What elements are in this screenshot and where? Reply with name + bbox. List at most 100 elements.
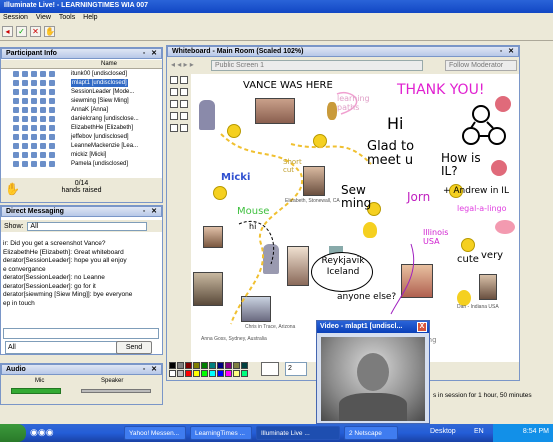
panel-window-controls-icon[interactable]: ▫ ✕	[143, 49, 159, 57]
whiteboard-nav: ◂ ◂ ▸ ▸ Public Screen 1 Follow Moderator	[167, 58, 519, 73]
taskbar-button[interactable]: Illuminate Live ...	[256, 426, 340, 440]
mic-level-meter	[11, 388, 61, 394]
participant-row[interactable]: mickiz [Micki]	[1, 151, 162, 159]
caption-anna: Anna Goss, Sydney, Australia	[201, 336, 267, 342]
handwriting-anyone-else: anyone else?	[337, 292, 397, 302]
participant-row[interactable]: mlapt1 [undisclosed]	[1, 79, 162, 87]
color-swatch[interactable]	[193, 362, 200, 369]
participant-row[interactable]: danielcrang [undisclose...	[1, 115, 162, 123]
status-icons	[13, 116, 65, 122]
color-swatch[interactable]	[185, 370, 192, 377]
taskbar-button[interactable]: Yahoo! Messen...	[124, 426, 186, 440]
color-swatch[interactable]	[201, 370, 208, 377]
status-icons	[13, 107, 65, 113]
status-icons	[13, 125, 65, 131]
page-select[interactable]: 2	[285, 362, 307, 376]
color-swatch[interactable]	[185, 362, 192, 369]
participant-row[interactable]: SessionLeader [Mode...	[1, 88, 162, 96]
raise-hand-icon[interactable]: ✋	[5, 182, 20, 196]
color-swatch[interactable]	[225, 362, 232, 369]
mic-label: Mic	[35, 378, 45, 384]
color-swatch[interactable]	[169, 362, 176, 369]
person-head	[357, 353, 389, 391]
participant-row[interactable]: itunk00 [undisclosed]	[1, 70, 162, 78]
color-swatch[interactable]	[217, 370, 224, 377]
screen-select[interactable]: Public Screen 1	[211, 60, 423, 71]
line-tool-icon[interactable]	[180, 88, 188, 96]
color-swatch[interactable]	[169, 370, 176, 377]
image-tool-icon[interactable]	[170, 124, 178, 132]
menu-view[interactable]: View	[33, 13, 54, 22]
color-swatch[interactable]	[177, 362, 184, 369]
color-swatch[interactable]	[217, 362, 224, 369]
panel-window-controls-icon[interactable]: ▫ ✕	[143, 207, 159, 215]
color-swatch[interactable]	[209, 362, 216, 369]
window-title: Illuminate Live! - LEARNINGTIMES WIA 007	[4, 2, 149, 9]
check-icon[interactable]: ✓	[16, 26, 27, 37]
dm-filter-row: Show: All	[1, 220, 162, 232]
color-swatch[interactable]	[177, 370, 184, 377]
color-swatch[interactable]	[201, 362, 208, 369]
line-width-select[interactable]	[261, 362, 279, 376]
color-swatch[interactable]	[233, 362, 240, 369]
cross-icon[interactable]: ✕	[30, 26, 41, 37]
ellipse-tool-icon[interactable]	[180, 100, 188, 108]
menu-help[interactable]: Help	[80, 13, 100, 22]
select-tool-icon[interactable]	[180, 112, 188, 120]
color-swatch[interactable]	[241, 370, 248, 377]
language-indicator[interactable]: EN	[474, 428, 484, 435]
eraser-tool-icon[interactable]	[170, 112, 178, 120]
participant-row[interactable]: ElizabethHe [Elizabeth]	[1, 124, 162, 132]
send-button[interactable]: Send	[116, 341, 152, 354]
participant-row[interactable]: AnnaK [Anna]	[1, 106, 162, 114]
show-filter-select[interactable]: All	[27, 222, 148, 231]
clock[interactable]: 8:54 PM	[523, 428, 549, 435]
whiteboard-canvas[interactable]: VANCE WAS HERE learning paths THANK YOU!…	[191, 74, 519, 362]
nav-arrows-icon[interactable]: ◂ ◂ ▸ ▸	[171, 60, 194, 69]
handwriting-mouse: Mouse	[237, 206, 270, 217]
panel-window-controls-icon[interactable]: ▫ ✕	[500, 47, 516, 55]
message-input[interactable]	[3, 328, 159, 339]
handwriting-hi-small: hi	[249, 222, 257, 231]
participant-row[interactable]: Pamela [undisclosed]	[1, 160, 162, 168]
menu-session[interactable]: Session	[0, 13, 31, 22]
speaker-volume-slider[interactable]	[81, 389, 151, 393]
handwriting-hi: Hi	[387, 114, 404, 133]
color-swatch[interactable]	[209, 370, 216, 377]
pen-tool-icon[interactable]	[180, 76, 188, 84]
color-swatch[interactable]	[241, 362, 248, 369]
column-name-label[interactable]: Name	[101, 61, 117, 67]
caption-elizabeth: Elizabeth, Stonewall, CA	[285, 198, 340, 204]
color-swatch[interactable]	[233, 370, 240, 377]
taskbar-button[interactable]: 2 Netscape	[344, 426, 398, 440]
follow-moderator-checkbox[interactable]: Follow Moderator	[445, 60, 517, 71]
clip-tool-icon[interactable]	[180, 124, 188, 132]
title-bar: Illuminate Live! - LEARNINGTIMES WIA 007	[0, 0, 553, 13]
exit-icon[interactable]: ◂	[2, 26, 13, 37]
participant-row[interactable]: siewming [Siew Ming]	[1, 97, 162, 105]
audio-panel: Audio ▫ ✕ Mic Speaker	[0, 363, 163, 405]
message-line: ep in touch	[3, 299, 35, 307]
color-swatch[interactable]	[193, 370, 200, 377]
app-window: Illuminate Live! - LEARNINGTIMES WIA 007…	[0, 0, 553, 424]
whiteboard-drawing	[220, 92, 506, 325]
whiteboard-title: Whiteboard - Main Room (Scaled 102%)	[172, 48, 304, 55]
send-to-select[interactable]: All	[5, 341, 121, 354]
participant-row[interactable]: LeanneMackenzie [Lea...	[1, 142, 162, 150]
close-icon[interactable]: X	[417, 322, 427, 332]
color-swatch[interactable]	[225, 370, 232, 377]
start-button[interactable]	[0, 424, 26, 442]
participant-row[interactable]: jeffebov [undisclosed]	[1, 133, 162, 141]
rect-tool-icon[interactable]	[170, 100, 178, 108]
pointer-tool-icon[interactable]	[170, 76, 178, 84]
quick-launch-icon[interactable]: ◉◉◉	[30, 427, 54, 438]
hand-icon[interactable]: ✋	[44, 26, 55, 37]
taskbar-button[interactable]: LearningTimes ...	[190, 426, 252, 440]
menu-tools[interactable]: Tools	[56, 13, 78, 22]
whiteboard-header: Whiteboard - Main Room (Scaled 102%) ▫ ✕	[167, 46, 519, 57]
message-log: ir: Did you get a screenshot Vance? Eliz…	[3, 240, 153, 326]
text-tool-icon[interactable]	[170, 88, 178, 96]
desktop-toolbar-label[interactable]: Desktop	[430, 428, 456, 435]
message-line: derator[siewming [Siew Ming]]: bye every…	[3, 291, 133, 298]
panel-window-controls-icon[interactable]: ▫ ✕	[143, 365, 159, 373]
